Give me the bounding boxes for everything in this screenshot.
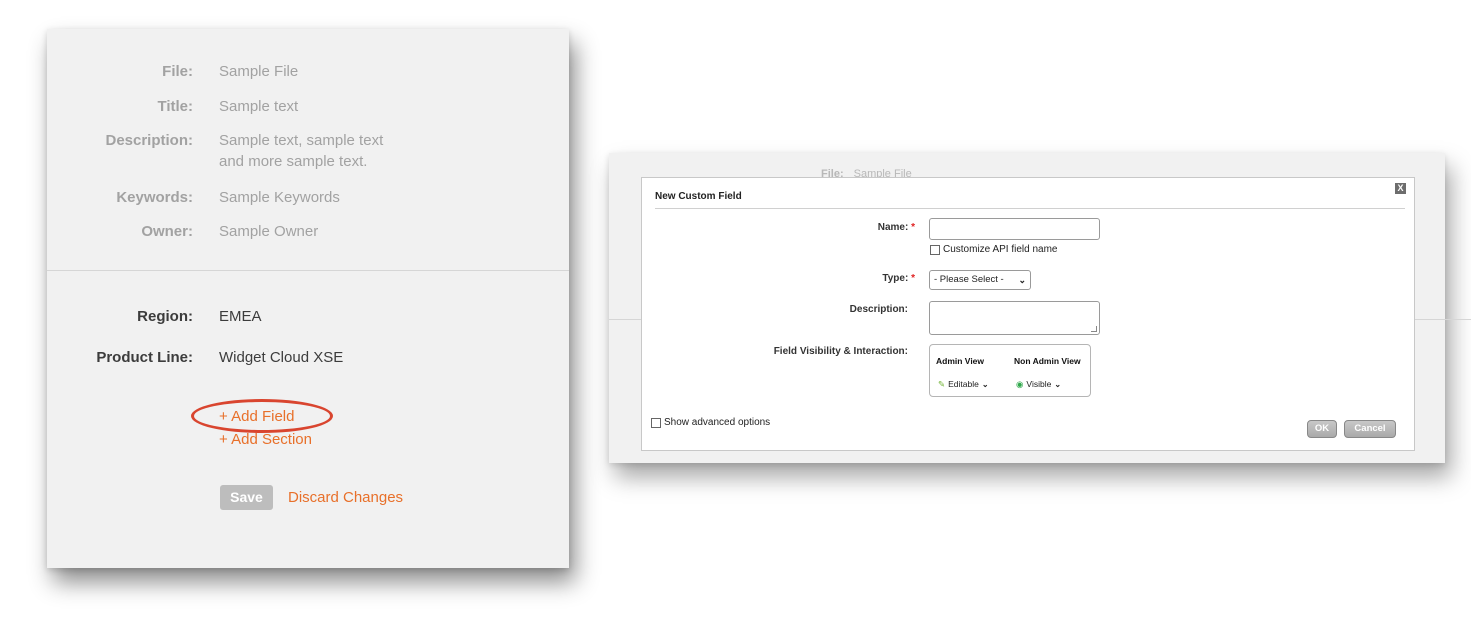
type-label-text: Type: — [882, 273, 909, 284]
chevron-down-icon: ⌄ — [1054, 380, 1062, 389]
visibility-label: Field Visibility & Interaction: — [773, 346, 908, 357]
non-admin-view-dropdown[interactable]: ◉ Visible ⌄ — [1016, 379, 1061, 390]
title-divider — [655, 208, 1405, 209]
owner-value: Sample Owner — [219, 223, 319, 240]
close-icon[interactable]: X — [1395, 183, 1406, 194]
required-asterisk: * — [911, 222, 915, 233]
file-value: Sample File — [219, 63, 299, 80]
non-admin-view-header: Non Admin View — [1014, 356, 1081, 366]
admin-view-dropdown[interactable]: ✎ Editable ⌄ — [938, 379, 989, 390]
visibility-table: Admin View Non Admin View ✎ Editable ⌄ ◉ Vi… — [929, 344, 1091, 397]
description-label: Description: — [849, 304, 908, 315]
description-textarea[interactable] — [929, 301, 1100, 335]
show-advanced-checkbox[interactable] — [651, 418, 661, 428]
save-button[interactable]: Save — [220, 485, 273, 510]
type-select-value: - Please Select - — [934, 274, 1004, 285]
ok-button[interactable]: OK — [1307, 420, 1337, 438]
chevron-down-icon: ⌄ — [1018, 275, 1026, 285]
title-value: Sample text — [219, 98, 299, 115]
region-value: EMEA — [219, 308, 262, 325]
product-line-value: Widget Cloud XSE — [219, 349, 344, 366]
pencil-icon: ✎ — [938, 379, 946, 389]
customize-api-label: Customize API field name — [943, 244, 1058, 255]
dialog-title: New Custom Field — [655, 191, 742, 202]
resize-grip-icon[interactable] — [1091, 326, 1097, 332]
customize-api-checkbox[interactable] — [930, 245, 940, 255]
add-field-link[interactable]: + Add Field — [219, 407, 294, 426]
chevron-down-icon: ⌄ — [981, 380, 989, 389]
description-value-line2: and more sample text. — [219, 153, 368, 170]
keywords-value: Sample Keywords — [219, 189, 340, 206]
type-select[interactable]: - Please Select - ⌄ — [929, 270, 1031, 290]
admin-view-header: Admin View — [936, 356, 985, 366]
show-advanced-label: Show advanced options — [664, 417, 771, 428]
product-line-label: Product Line: — [96, 349, 193, 366]
owner-label: Owner: — [141, 223, 193, 240]
name-label: Name: * — [878, 222, 915, 233]
non-admin-view-value: Visible — [1026, 379, 1052, 389]
metadata-panel: File: Sample File Title: Sample text Des… — [47, 29, 569, 568]
eye-icon: ◉ — [1016, 379, 1024, 389]
name-input[interactable] — [929, 218, 1100, 240]
file-label: File: — [162, 63, 193, 80]
add-section-link[interactable]: + Add Section — [219, 430, 312, 449]
new-custom-field-dialog: New Custom Field X Name: * Customize API… — [641, 177, 1415, 451]
section-divider — [47, 270, 569, 271]
admin-view-value: Editable — [948, 379, 979, 389]
description-value-line1: Sample text, sample text — [219, 132, 384, 149]
type-label: Type: * — [882, 273, 915, 284]
discard-changes-link[interactable]: Discard Changes — [288, 488, 403, 507]
region-label: Region: — [137, 308, 193, 325]
required-asterisk: * — [911, 273, 915, 284]
name-label-text: Name: — [877, 222, 909, 233]
cancel-button[interactable]: Cancel — [1344, 420, 1396, 438]
title-label: Title: — [157, 98, 193, 115]
description-label: Description: — [105, 132, 193, 149]
keywords-label: Keywords: — [116, 189, 193, 206]
